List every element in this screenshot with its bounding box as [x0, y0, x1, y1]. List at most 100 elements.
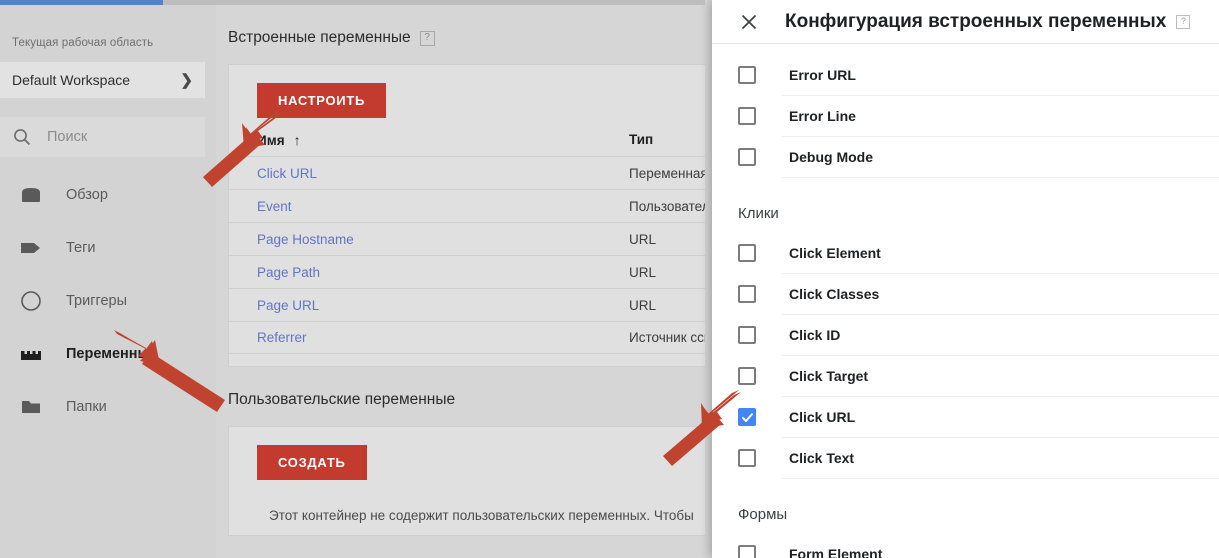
sidebar-item-label: Обзор: [66, 186, 108, 203]
checkbox-icon[interactable]: [738, 545, 756, 558]
table-row[interactable]: Page Hostname URL: [229, 222, 705, 255]
section-title: Пользовательские переменные: [228, 391, 456, 408]
help-icon[interactable]: ?: [1176, 14, 1191, 29]
table-row[interactable]: Event Пользовател: [229, 189, 705, 222]
sidebar-item-triggers[interactable]: Триггеры: [0, 274, 216, 327]
checkbox-row-click-id[interactable]: Click ID: [712, 315, 1219, 355]
close-icon[interactable]: [738, 11, 760, 33]
sidebar-item-label: Папки: [66, 398, 107, 415]
variable-type: URL: [629, 231, 657, 247]
sidebar-item-variables[interactable]: Переменные: [0, 327, 216, 380]
create-button[interactable]: СОЗДАТЬ: [257, 445, 367, 480]
tag-icon: [18, 237, 44, 259]
checkbox-group-forms: Формы Form Element: [712, 479, 1219, 558]
checkbox-label: Form Element: [789, 546, 883, 558]
checkbox-row-form-element[interactable]: Form Element: [712, 534, 1219, 558]
panel-title: Конфигурация встроенных переменных: [785, 10, 1167, 32]
main-content: Встроенные переменные ? НАСТРОИТЬ Имя ↑ …: [216, 5, 705, 558]
checkbox-group: Error URL Error Line Debug Mode: [712, 44, 1219, 178]
page-load-progress-track: [0, 0, 705, 5]
checkbox-label: Click ID: [789, 327, 841, 343]
overview-icon: [18, 184, 44, 206]
table-row[interactable]: Referrer Источник ссы: [229, 321, 705, 354]
folder-icon: [18, 396, 44, 418]
search-placeholder: Поиск: [47, 129, 88, 145]
workspace-name: Default Workspace: [12, 72, 131, 88]
checkbox-icon[interactable]: [738, 148, 756, 166]
table-row[interactable]: Click URL Переменная у: [229, 156, 705, 189]
variable-name-link[interactable]: Click URL: [257, 166, 629, 181]
variable-name-link[interactable]: Page Hostname: [257, 232, 629, 247]
variable-name-link[interactable]: Page URL: [257, 298, 629, 313]
sidebar-item-label: Теги: [66, 239, 96, 256]
variable-icon: [18, 343, 44, 365]
checkbox-icon[interactable]: [738, 367, 756, 385]
checkbox-row-click-element[interactable]: Click Element: [712, 233, 1219, 273]
group-title: Формы: [738, 506, 788, 523]
column-header-name[interactable]: Имя ↑: [257, 132, 629, 148]
builtin-variables-card: НАСТРОИТЬ Имя ↑ Тип Click URL Переменная…: [228, 64, 705, 367]
variable-type: URL: [629, 297, 657, 313]
app-screen: Текущая рабочая область Default Workspac…: [0, 0, 1219, 558]
checkbox-icon[interactable]: [738, 449, 756, 467]
panel-body: Error URL Error Line Debug Mode Клики Cl…: [712, 44, 1219, 558]
checkbox-row-error-url[interactable]: Error URL: [712, 55, 1219, 95]
variable-name-link[interactable]: Page Path: [257, 265, 629, 280]
variable-name-link[interactable]: Referrer: [257, 330, 629, 345]
sidebar-item-overview[interactable]: Обзор: [0, 168, 216, 221]
column-header-type[interactable]: Тип: [629, 132, 705, 148]
checkbox-icon[interactable]: [738, 66, 756, 84]
builtin-variables-config-panel: Конфигурация встроенных переменных ? Err…: [712, 0, 1219, 558]
variable-type: Переменная у: [629, 165, 705, 181]
checkbox-row-click-target[interactable]: Click Target: [712, 356, 1219, 396]
variable-name-link[interactable]: Event: [257, 199, 629, 214]
builtin-variables-table: Имя ↑ Тип Click URL Переменная у Event П…: [229, 132, 705, 354]
checkbox-row-click-url[interactable]: Click URL: [712, 397, 1219, 437]
checkbox-label: Error Line: [789, 108, 856, 124]
sidebar-item-folders[interactable]: Папки: [0, 380, 216, 433]
checkbox-icon-checked[interactable]: [738, 408, 756, 426]
variable-type: URL: [629, 264, 657, 280]
chevron-right-icon: ❯: [180, 71, 193, 89]
checkbox-label: Debug Mode: [789, 149, 873, 165]
checkbox-group-clicks: Клики Click Element Click Classes Click …: [712, 178, 1219, 479]
sidebar: Текущая рабочая область Default Workspac…: [0, 5, 216, 558]
table-row[interactable]: Page URL URL: [229, 288, 705, 321]
user-variables-heading: Пользовательские переменные: [216, 367, 705, 409]
checkbox-icon[interactable]: [738, 326, 756, 344]
search-icon: [12, 127, 32, 147]
sidebar-nav: Обзор Теги Триггеры Переменные Папки: [0, 168, 216, 433]
workspace-selector[interactable]: Default Workspace ❯: [0, 62, 205, 98]
checkbox-row-click-classes[interactable]: Click Classes: [712, 274, 1219, 314]
sidebar-item-label: Переменные: [66, 345, 158, 362]
checkbox-row-click-text[interactable]: Click Text: [712, 438, 1219, 478]
empty-state-message: Этот контейнер не содержит пользовательс…: [269, 508, 694, 523]
checkbox-label: Click Target: [789, 368, 869, 384]
builtin-variables-heading: Встроенные переменные ?: [216, 5, 705, 47]
sidebar-item-tags[interactable]: Теги: [0, 221, 216, 274]
sidebar-item-label: Триггеры: [66, 292, 128, 309]
page-load-progress-fill: [0, 0, 163, 5]
user-variables-card: СОЗДАТЬ Этот контейнер не содержит польз…: [228, 426, 705, 536]
panel-header: Конфигурация встроенных переменных ?: [712, 0, 1219, 44]
table-row[interactable]: Page Path URL: [229, 255, 705, 288]
checkbox-label: Click Classes: [789, 286, 880, 302]
page-title: Встроенные переменные: [228, 29, 411, 46]
checkbox-label: Click Element: [789, 245, 881, 261]
checkbox-icon[interactable]: [738, 285, 756, 303]
help-icon[interactable]: ?: [419, 30, 435, 46]
checkbox-label: Click URL: [789, 409, 856, 425]
checkbox-icon[interactable]: [738, 244, 756, 262]
checkbox-row-debug-mode[interactable]: Debug Mode: [712, 137, 1219, 177]
variable-type: Источник ссы: [629, 330, 705, 345]
search-input[interactable]: Поиск: [0, 117, 205, 157]
trigger-icon: [18, 290, 44, 312]
checkbox-row-error-line[interactable]: Error Line: [712, 96, 1219, 136]
workspace-section-label: Текущая рабочая область: [12, 37, 154, 49]
group-title: Клики: [738, 205, 779, 222]
checkbox-label: Click Text: [789, 450, 855, 466]
checkbox-icon[interactable]: [738, 107, 756, 125]
variable-type: Пользовател: [629, 198, 705, 214]
configure-button[interactable]: НАСТРОИТЬ: [257, 83, 386, 118]
sort-ascending-icon: ↑: [293, 132, 301, 148]
